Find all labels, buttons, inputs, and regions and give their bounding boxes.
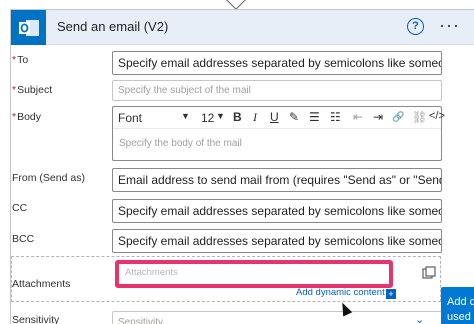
link-icon[interactable]: 🔗 <box>392 112 404 123</box>
add-dynamic-plus-icon[interactable]: + <box>386 289 396 299</box>
attachments-placeholder: Attachments <box>125 267 178 278</box>
add-dynamic-content-link[interactable]: Add dynamic content <box>296 287 385 298</box>
to-label: *To <box>12 54 29 66</box>
attachments-label: Attachments <box>12 278 71 290</box>
underline-button[interactable]: U <box>270 110 279 124</box>
numbered-list-icon[interactable]: ☷ <box>330 110 341 124</box>
body-label: *Body <box>12 111 42 123</box>
font-size-caret-icon[interactable]: ▼ <box>216 111 225 121</box>
bold-button[interactable]: B <box>233 110 242 124</box>
outlook-icon <box>11 10 46 45</box>
help-icon[interactable]: ? <box>407 18 424 35</box>
cc-field[interactable]: Specify email addresses separated by sem… <box>112 199 442 223</box>
dynamic-content-popup[interactable]: Add c used <box>441 287 474 324</box>
to-field[interactable]: Specify email addresses separated by sem… <box>112 51 442 75</box>
body-placeholder: Specify the body of the mail <box>119 138 242 149</box>
attachment-array-icon[interactable] <box>422 266 436 283</box>
subject-label: *Subject <box>12 84 53 96</box>
bcc-field[interactable]: Specify email addresses separated by sem… <box>112 229 442 253</box>
body-toolbar: Font ▼ 12 ▼ B I U ✎ ☰ ☷ ⇤ ⇥ 🔗 ⛓ </> <box>113 107 445 129</box>
sensitivity-label: Sensitivity <box>12 314 60 324</box>
font-caret-icon[interactable]: ▼ <box>181 111 190 121</box>
sensitivity-select[interactable]: Sensitivity <box>112 311 442 324</box>
more-options-icon[interactable]: ··· <box>439 15 460 36</box>
unlink-icon[interactable]: ⛓ <box>412 110 427 124</box>
cc-label: CC <box>12 202 28 214</box>
action-header[interactable]: Send an email (V2) ? ··· <box>11 10 474 45</box>
bcc-label: BCC <box>12 233 35 245</box>
popup-line-1: Add c <box>447 296 474 308</box>
action-title: Send an email (V2) <box>57 19 169 34</box>
outdent-icon[interactable]: ⇤ <box>353 110 363 124</box>
font-size-select[interactable]: 12 <box>201 111 214 125</box>
subject-field[interactable]: Specify the subject of the mail <box>112 80 442 101</box>
italic-button[interactable]: I <box>253 110 257 125</box>
paint-icon[interactable]: ✎ <box>289 110 299 124</box>
font-select[interactable]: Font <box>118 111 142 125</box>
body-editor[interactable]: Font ▼ 12 ▼ B I U ✎ ☰ ☷ ⇤ ⇥ 🔗 ⛓ </> Spec… <box>112 106 445 161</box>
indent-icon[interactable]: ⇥ <box>373 110 383 124</box>
chevron-down-icon[interactable]: ⌄ <box>415 313 424 324</box>
attachments-field[interactable]: Attachments <box>115 260 393 288</box>
popup-line-2: used <box>447 311 471 323</box>
from-label: From (Send as) <box>12 172 85 184</box>
from-field[interactable]: Email address to send mail from (require… <box>112 168 442 192</box>
code-view-icon[interactable]: </> <box>429 110 445 122</box>
bullet-list-icon[interactable]: ☰ <box>309 110 320 124</box>
